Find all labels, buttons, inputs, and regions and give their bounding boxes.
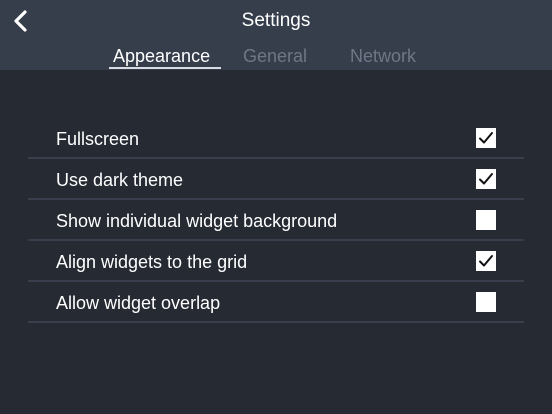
setting-row-widget-background[interactable]: Show individual widget background bbox=[28, 200, 524, 241]
setting-row-align-grid[interactable]: Align widgets to the grid bbox=[28, 241, 524, 282]
setting-label: Use dark theme bbox=[56, 170, 184, 190]
tab-network[interactable]: Network bbox=[350, 45, 416, 67]
setting-row-widget-overlap[interactable]: Allow widget overlap bbox=[28, 282, 524, 323]
tab-bar: Appearance General Network bbox=[0, 45, 552, 70]
setting-label: Fullscreen bbox=[56, 129, 140, 149]
setting-label: Show individual widget background bbox=[56, 211, 338, 231]
setting-row-dark-theme[interactable]: Use dark theme bbox=[28, 159, 524, 200]
dark-theme-checkbox[interactable] bbox=[476, 169, 496, 189]
tab-general[interactable]: General bbox=[243, 45, 307, 67]
setting-label: Allow widget overlap bbox=[56, 293, 221, 313]
tab-appearance[interactable]: Appearance bbox=[113, 45, 210, 67]
setting-row-fullscreen[interactable]: Fullscreen bbox=[28, 118, 524, 159]
active-tab-indicator bbox=[109, 67, 221, 69]
checkmark-icon bbox=[479, 255, 493, 267]
widget-overlap-checkbox[interactable] bbox=[476, 292, 496, 312]
header-bar: Settings Appearance General Network bbox=[0, 0, 552, 70]
page-title: Settings bbox=[241, 10, 311, 31]
checkmark-icon bbox=[479, 132, 493, 144]
widget-background-checkbox[interactable] bbox=[476, 210, 496, 230]
setting-label: Align widgets to the grid bbox=[56, 252, 248, 272]
settings-list: Fullscreen Use dark theme Show individua… bbox=[28, 118, 524, 323]
checkmark-icon bbox=[479, 173, 493, 185]
fullscreen-checkbox[interactable] bbox=[476, 128, 496, 148]
align-grid-checkbox[interactable] bbox=[476, 251, 496, 271]
